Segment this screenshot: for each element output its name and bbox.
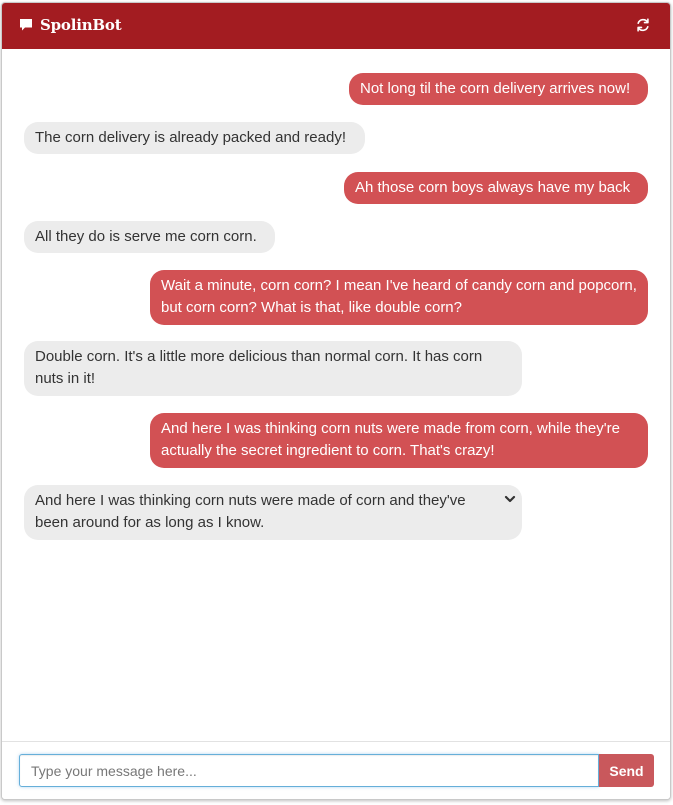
message-list[interactable]: Not long til the corn delivery arrives n… bbox=[2, 49, 670, 741]
message-text: Wait a minute, corn corn? I mean I've he… bbox=[161, 277, 637, 316]
bot-message: And here I was thinking corn nuts were m… bbox=[24, 485, 522, 540]
composer: Send bbox=[2, 741, 670, 799]
user-message: Wait a minute, corn corn? I mean I've he… bbox=[150, 270, 648, 325]
user-message: Ah those corn boys always have my back bbox=[344, 172, 648, 204]
message-text: And here I was thinking corn nuts were m… bbox=[35, 492, 466, 531]
message-text: Not long til the corn delivery arrives n… bbox=[360, 80, 631, 97]
message-text: All they do is serve me corn corn. bbox=[35, 228, 257, 245]
user-message: And here I was thinking corn nuts were m… bbox=[150, 413, 648, 468]
message-text: The corn delivery is already packed and … bbox=[35, 129, 347, 146]
bot-message: All they do is serve me corn corn. bbox=[24, 221, 275, 253]
message-text: And here I was thinking corn nuts were m… bbox=[161, 420, 620, 459]
refresh-icon[interactable] bbox=[634, 16, 652, 34]
message-text: Double corn. It's a little more deliciou… bbox=[35, 348, 483, 387]
speech-bubble-icon bbox=[20, 19, 32, 31]
message-input[interactable] bbox=[19, 754, 599, 787]
bot-message: The corn delivery is already packed and … bbox=[24, 122, 365, 154]
bot-message: Double corn. It's a little more deliciou… bbox=[24, 341, 522, 396]
chevron-down-icon[interactable] bbox=[504, 493, 516, 505]
chat-header: SpolinBot bbox=[2, 3, 670, 49]
user-message: Not long til the corn delivery arrives n… bbox=[349, 73, 648, 105]
send-button[interactable]: Send bbox=[599, 754, 654, 787]
message-text: Ah those corn boys always have my back bbox=[355, 179, 631, 196]
chat-window: SpolinBot Not long til the corn delivery… bbox=[1, 2, 671, 800]
app-title: SpolinBot bbox=[40, 16, 122, 34]
